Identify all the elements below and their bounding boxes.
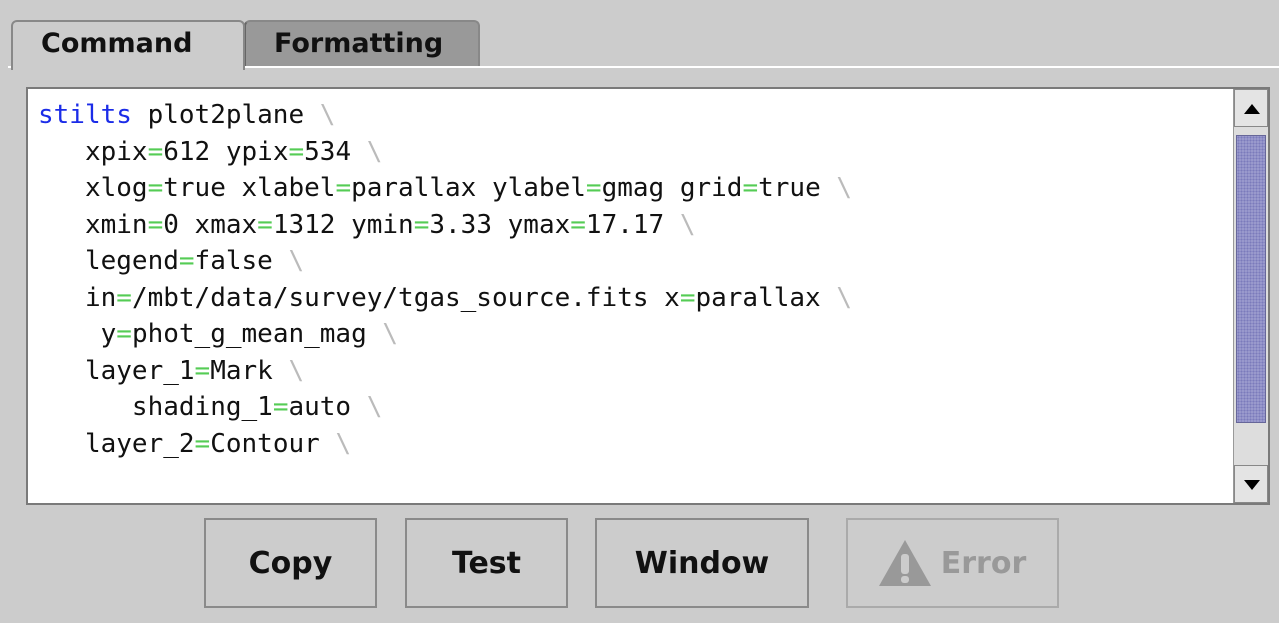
code-keyword: stilts <box>38 100 132 130</box>
code-text: shading_1 <box>131 392 273 422</box>
code-text: gmag grid <box>601 173 743 203</box>
code-equals: = <box>147 173 164 203</box>
code-text: plot2plane <box>131 100 320 130</box>
code-line: y=phot_g_mean_mag \ <box>38 316 1218 353</box>
code-text: 534 <box>304 136 367 167</box>
code-text: xpix <box>84 136 148 167</box>
code-continuation: \ <box>366 392 383 422</box>
code-line: in=/mbt/data/survey/tgas_source.fits x=p… <box>38 280 1218 317</box>
test-button[interactable]: Test <box>405 518 568 608</box>
error-label: Error <box>940 545 1027 581</box>
code-continuation: \ <box>366 136 383 167</box>
copy-button[interactable]: Copy <box>204 518 377 608</box>
code-continuation: \ <box>836 173 853 203</box>
code-text: in <box>84 282 117 313</box>
scroll-thumb[interactable] <box>1236 135 1266 423</box>
code-continuation: \ <box>836 282 853 313</box>
code-equals: = <box>194 428 211 459</box>
code-equals: = <box>413 209 430 240</box>
code-text: true <box>758 173 837 203</box>
code-text: phot_g_mean_mag <box>131 319 383 349</box>
code-equals: = <box>116 282 132 313</box>
code-text: true xlabel <box>163 173 336 203</box>
code-continuation: \ <box>382 319 399 349</box>
code-line: shading_1=auto \ <box>38 389 1218 426</box>
code-text: xlog <box>84 173 148 203</box>
tab-command[interactable]: Command <box>11 20 245 70</box>
error-button: Error <box>846 518 1059 608</box>
code-line: xlog=true xlabel=parallax ylabel=gmag gr… <box>38 170 1218 207</box>
code-equals: = <box>147 136 164 167</box>
command-text[interactable]: stilts plot2plane \ xpix=612 ypix=534 \ … <box>38 97 1218 495</box>
code-line: stilts plot2plane \ <box>38 97 1218 134</box>
code-equals: = <box>116 319 132 349</box>
arrow-up-icon <box>1244 104 1260 114</box>
code-equals: = <box>335 173 352 203</box>
code-equals: = <box>570 209 586 240</box>
code-equals: = <box>194 355 211 386</box>
command-text-area[interactable]: stilts plot2plane \ xpix=612 ypix=534 \ … <box>26 87 1270 505</box>
code-text: Mark <box>210 355 289 386</box>
code-equals: = <box>147 209 164 240</box>
code-text: 0 xmax <box>163 209 258 240</box>
code-continuation: \ <box>319 100 336 130</box>
code-text: layer_2 <box>84 428 195 459</box>
code-text: auto <box>288 392 367 422</box>
arrow-down-icon <box>1244 480 1260 490</box>
scroll-up-button[interactable] <box>1234 89 1268 127</box>
code-continuation: \ <box>679 209 696 240</box>
code-equals: = <box>257 209 273 240</box>
code-equals: = <box>585 173 602 203</box>
code-text: 612 ypix <box>163 136 289 167</box>
code-text: /mbt/data/survey/tgas_source.fits x <box>131 282 680 313</box>
code-text: layer_1 <box>84 355 195 386</box>
code-text: false <box>194 246 289 276</box>
code-line: layer_1=Mark \ <box>38 353 1218 390</box>
code-text: y <box>100 319 117 349</box>
window-button[interactable]: Window <box>595 518 809 608</box>
code-line: layer_2=Contour \ <box>38 426 1218 463</box>
code-equals: = <box>288 136 305 167</box>
code-continuation: \ <box>288 246 305 276</box>
code-continuation: \ <box>335 428 352 459</box>
code-text: parallax <box>695 282 837 313</box>
code-text: parallax ylabel <box>351 173 586 203</box>
code-text: 3.33 ymax <box>429 209 571 240</box>
code-line: xmin=0 xmax=1312 ymin=3.33 ymax=17.17 \ <box>38 207 1218 244</box>
code-text: legend <box>84 246 179 276</box>
tab-formatting[interactable]: Formatting <box>244 20 480 66</box>
code-equals: = <box>679 282 696 313</box>
tab-bar: Command Formatting <box>8 0 1279 70</box>
code-equals: = <box>178 246 195 276</box>
code-equals: = <box>272 392 289 422</box>
vertical-scrollbar[interactable] <box>1233 89 1268 503</box>
warning-triangle-icon <box>878 540 931 586</box>
code-equals: = <box>742 173 759 203</box>
code-text: 1312 ymin <box>272 209 414 240</box>
code-continuation: \ <box>288 355 305 386</box>
code-line: xpix=612 ypix=534 \ <box>38 134 1218 171</box>
code-text: 17.17 <box>585 209 680 240</box>
code-text: xmin <box>84 209 148 240</box>
code-text: Contour <box>210 428 336 459</box>
code-line: legend=false \ <box>38 243 1218 280</box>
scroll-down-button[interactable] <box>1234 465 1268 503</box>
